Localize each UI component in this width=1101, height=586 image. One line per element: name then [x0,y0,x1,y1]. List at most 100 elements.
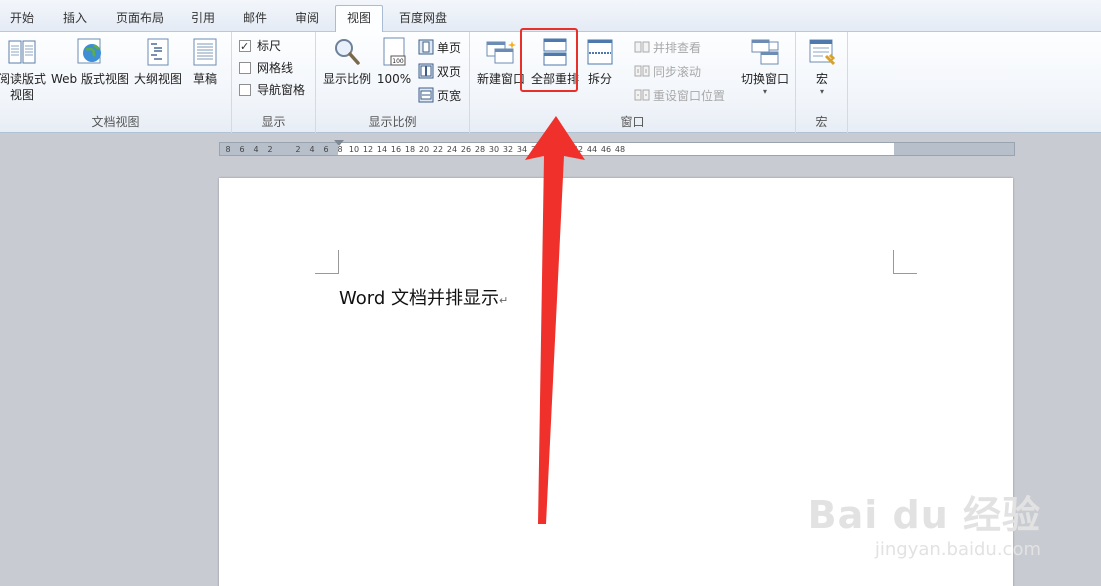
ruler-tick-label: 26 [460,145,472,154]
document-line: Word 文档并排显示 [339,288,499,309]
sync-scroll-icon [634,65,650,77]
tab-view[interactable]: 视图 [335,5,383,33]
ruler-tick-label: 36 [530,145,542,154]
group-macros: 宏 ▾ 宏 [796,32,848,133]
zoom-label: 显示比例 [322,72,371,86]
web-layout-icon [77,38,101,64]
macros-label: 宏 [815,72,828,86]
zoom-button[interactable]: 显示比例 [320,36,374,87]
switch-windows-button[interactable]: 切换窗口 ▾ [738,36,792,97]
group-window: 新建窗口 全部重排 拆分 并排查看 同步滚动 重设窗口位置 切换窗口 ▾ 窗口 [470,28,796,133]
one-page-label: 单页 [437,41,462,55]
ruler-tick-label: 38 [544,145,556,154]
zoom-100-label: 100% [376,72,412,86]
macros-dropdown-icon: ▾ [819,87,824,96]
reset-window-icon [634,89,650,101]
group-label-macros: 宏 [815,115,828,129]
ruler-tick-label: 44 [586,145,598,154]
split-button[interactable]: 拆分 [582,36,618,87]
zoom-100-button[interactable]: 100 100% [374,36,414,87]
baidu-jingyan-watermark: Bai du 经验 jingyan.baidu.com [808,484,1041,560]
ruler-tick-label: 30 [488,145,500,154]
outline-view-button[interactable]: 大纲视图 [132,36,184,87]
ruler-tick-label: 8 [337,145,343,154]
ruler-tick-label: 46 [600,145,612,154]
new-window-icon [486,41,516,64]
svg-text:100: 100 [392,58,404,65]
horizontal-ruler[interactable]: 8 6 4 2 2 4 6 8 10 12 14 16 18 20 22 24 26 28 30 32 34 36 38 40… [219,140,1015,156]
ruler-right-margin [894,143,1014,155]
nav-pane-check-icon [239,84,251,96]
ruler-left-margin [220,143,338,155]
reset-window-position-button[interactable]: 重设窗口位置 [634,86,725,106]
page-width-label: 页宽 [437,89,462,103]
group-document-views: 阅读版式 视图 Web 版式视图 大纲视图 草稿 文档视图 [0,32,232,133]
tab-insert[interactable]: 插入 [50,6,100,32]
tab-mailings[interactable]: 邮件 [232,6,278,32]
margin-corner-top-right [893,250,917,274]
page-width-button[interactable]: 页宽 [418,86,461,106]
gridlines-check-icon [239,62,251,74]
reset-window-label: 重设窗口位置 [653,89,726,103]
ruler-tick-label: 4 [309,145,315,154]
outline-view-label: 大纲视图 [133,72,182,86]
reading-layout-icon [8,40,36,64]
ruler-checkbox[interactable]: 标尺 [239,36,281,57]
ruler-tick-label: 2 [295,145,301,154]
macros-button[interactable]: 宏 ▾ [802,36,842,97]
tab-baidu-netdisk[interactable]: 百度网盘 [390,6,456,32]
one-page-button[interactable]: 单页 [418,38,461,58]
ruler-tick-label: 4 [253,145,259,154]
sync-scroll-button[interactable]: 同步滚动 [634,62,701,82]
ruler-tick-label: 10 [348,145,360,154]
page-100-icon: 100 [383,37,406,66]
two-pages-icon [418,63,434,79]
ruler-tick-label: 48 [614,145,626,154]
tab-references[interactable]: 引用 [180,6,226,32]
outline-view-icon [147,38,169,66]
ruler-tick-label: 20 [418,145,430,154]
group-zoom: 显示比例 100 100% 单页 双页 页宽 显示比例 [316,32,470,133]
ruler-tick-label: 34 [516,145,528,154]
ruler-tick-label: 14 [376,145,388,154]
ruler-tick-label: 32 [502,145,514,154]
draft-view-button[interactable]: 草稿 [186,36,224,87]
tab-review[interactable]: 审阅 [284,6,330,32]
side-by-side-icon [634,41,650,53]
switch-windows-icon [751,39,779,65]
gridlines-checkbox[interactable]: 网格线 [239,58,293,78]
group-show: 标尺 网格线 导航窗格 显示 [232,32,316,133]
group-label-show: 显示 [261,115,286,129]
web-layout-button[interactable]: Web 版式视图 [48,36,132,87]
ruler-tick-label: 8 [225,145,231,154]
view-side-by-side-button[interactable]: 并排查看 [634,38,701,58]
two-pages-button[interactable]: 双页 [418,62,461,82]
ruler-tick-label: 40 [558,145,570,154]
draft-view-label: 草稿 [192,72,217,86]
tab-home[interactable]: 开始 [0,6,44,32]
ruler-tick-label: 12 [362,145,374,154]
new-window-label: 新建窗口 [476,72,525,86]
arrange-all-highlight-box [520,28,578,92]
web-layout-label: Web 版式视图 [51,72,129,86]
group-label-zoom: 显示比例 [368,115,417,129]
tab-page-layout[interactable]: 页面布局 [108,6,172,32]
indent-marker[interactable] [334,140,344,146]
ruler-check-icon [239,37,251,57]
ruler-tick-label: 16 [390,145,402,154]
ruler-tick-label: 24 [446,145,458,154]
reading-layout-button[interactable]: 阅读版式 视图 [0,36,46,103]
document-body-text[interactable]: Word 文档并排显示↵ [339,284,508,310]
watermark-logo: Bai du 经验 [807,493,1041,537]
document-workspace[interactable]: 8 6 4 2 2 4 6 8 10 12 14 16 18 20 22 24 26 28 30 32 34 36 38 40… [0,134,1101,586]
group-label-window: 窗口 [620,115,645,129]
group-label-document-views: 文档视图 [91,115,140,129]
page-width-icon [418,87,434,103]
reading-layout-label: 阅读版式 视图 [0,72,47,102]
magnifier-icon [335,39,360,65]
gridlines-label: 网格线 [257,61,294,75]
split-label: 拆分 [587,72,612,86]
ruler-tick-label: 22 [432,145,444,154]
nav-pane-checkbox[interactable]: 导航窗格 [239,80,305,100]
switch-windows-label: 切换窗口 [740,72,789,86]
